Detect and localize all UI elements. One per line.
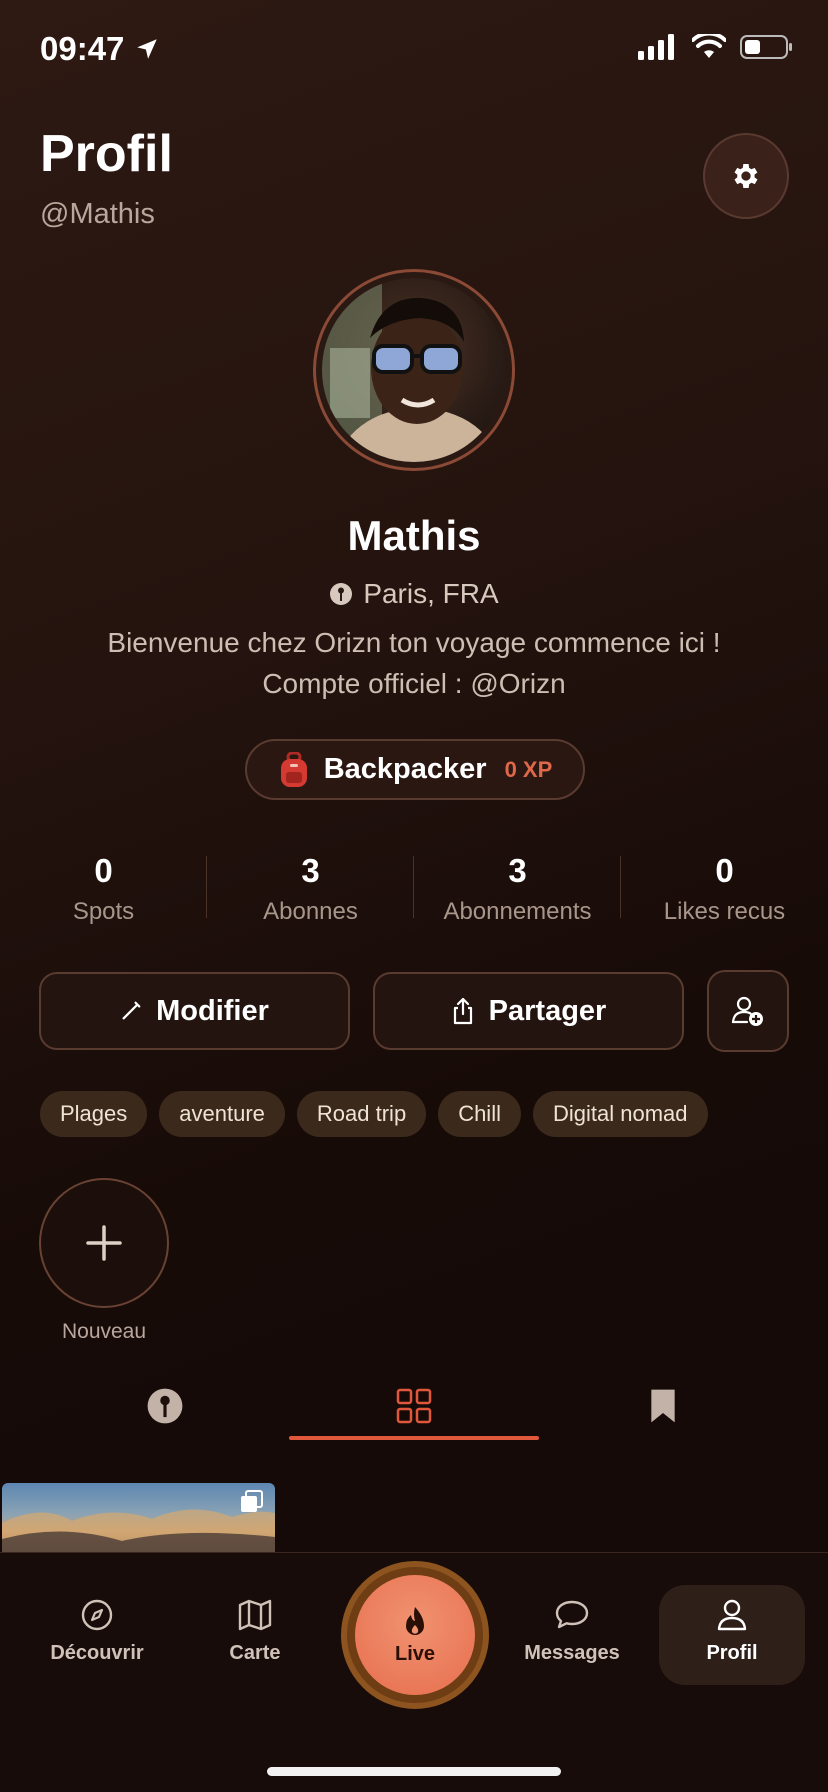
plus-icon [86, 1225, 122, 1261]
bookmark-icon [651, 1389, 675, 1423]
grid-icon [396, 1388, 432, 1424]
tab-saved[interactable] [633, 1386, 693, 1426]
share-icon [453, 997, 472, 1025]
backpack-icon [280, 751, 307, 787]
stat-value: 3 [508, 852, 527, 889]
interest-tags: Plages aventure Road trip Chill Digital … [40, 1091, 708, 1137]
tab-grid[interactable] [384, 1386, 444, 1426]
status-bar-indicators [638, 34, 794, 60]
nav-item-carte[interactable]: Carte [185, 1598, 325, 1665]
nav-label: Messages [524, 1642, 620, 1664]
stat-label: Abonnes [263, 898, 358, 925]
add-user-icon [731, 996, 763, 1026]
gear-icon [734, 164, 758, 188]
status-bar-time: 09:47 [40, 30, 160, 68]
profile-stats: 0 Spots 3 Abonnes 3 Abonnements 0 Likes … [0, 852, 828, 926]
share-profile-button[interactable]: Partager [373, 972, 684, 1050]
avatar-photo [322, 278, 506, 462]
nav-item-profil[interactable]: Profil [662, 1598, 802, 1665]
compass-icon [81, 1599, 113, 1631]
pin-icon [147, 1388, 183, 1424]
tag-chip[interactable]: aventure [159, 1091, 285, 1137]
map-icon [238, 1599, 272, 1631]
tag-chip[interactable]: Digital nomad [532, 1091, 708, 1137]
nav-label: Découvrir [50, 1642, 144, 1664]
location-text: Paris, FRA [363, 578, 499, 609]
tag-chip[interactable]: Road trip [296, 1091, 427, 1137]
stat-following[interactable]: 3 Abonnements [414, 852, 621, 926]
tag-chip[interactable]: Chill [438, 1091, 521, 1137]
stat-label: Spots [72, 898, 135, 925]
profile-bio: Bienvenue chez Orizn ton voyage commence… [107, 627, 721, 699]
profile-avatar[interactable] [313, 269, 515, 471]
live-button[interactable]: Live [355, 1575, 475, 1695]
live-label: Live [394, 1642, 436, 1665]
settings-button[interactable] [703, 133, 789, 219]
new-highlight-button[interactable] [39, 1178, 169, 1308]
nav-item-messages[interactable]: Messages [502, 1598, 642, 1665]
tag-chip[interactable]: Plages [40, 1091, 148, 1137]
battery-icon [740, 35, 792, 59]
wifi-icon [692, 34, 726, 58]
new-highlight-label: Nouveau [61, 1320, 147, 1343]
profile-location: Paris, FRA [0, 578, 828, 610]
stat-likes[interactable]: 0 Likes recus [621, 852, 828, 926]
stat-value: 3 [301, 852, 320, 889]
stat-spots[interactable]: 0 Spots [0, 852, 207, 926]
edit-button-label: Modifier [156, 994, 269, 1027]
profile-handle: @Mathis [40, 198, 155, 230]
level-badge[interactable]: Backpacker 0 XP [245, 739, 585, 800]
profile-name: Mathis [347, 512, 481, 559]
add-friend-button[interactable] [707, 970, 789, 1052]
pin-icon [330, 583, 353, 605]
stat-label: Likes recus [663, 898, 786, 925]
home-indicator[interactable] [267, 1767, 561, 1776]
tab-spots[interactable] [135, 1386, 195, 1426]
pencil-icon [122, 1001, 141, 1020]
edit-profile-button[interactable]: Modifier [39, 972, 350, 1050]
page-title: Profil [40, 125, 173, 183]
status-time-text: 09:47 [40, 30, 125, 67]
share-button-label: Partager [488, 994, 607, 1027]
flame-icon [406, 1606, 424, 1635]
chat-icon [555, 1600, 589, 1629]
signal-icon [638, 34, 674, 60]
active-tab-indicator [289, 1436, 539, 1440]
stat-value: 0 [94, 852, 113, 889]
nav-label: Profil [706, 1642, 758, 1664]
post-thumbnail[interactable] [2, 1483, 275, 1553]
stat-label: Abonnements [443, 898, 592, 925]
nav-item-decouvrir[interactable]: Découvrir [27, 1598, 167, 1665]
user-icon [717, 1599, 747, 1631]
location-arrow-icon [137, 39, 158, 59]
nav-label: Carte [229, 1642, 281, 1664]
badge-label: Backpacker [323, 753, 487, 785]
stat-followers[interactable]: 3 Abonnes [207, 852, 414, 926]
multiple-photos-icon [241, 1490, 263, 1512]
badge-xp: 0 XP [504, 756, 553, 782]
stat-value: 0 [715, 852, 734, 889]
